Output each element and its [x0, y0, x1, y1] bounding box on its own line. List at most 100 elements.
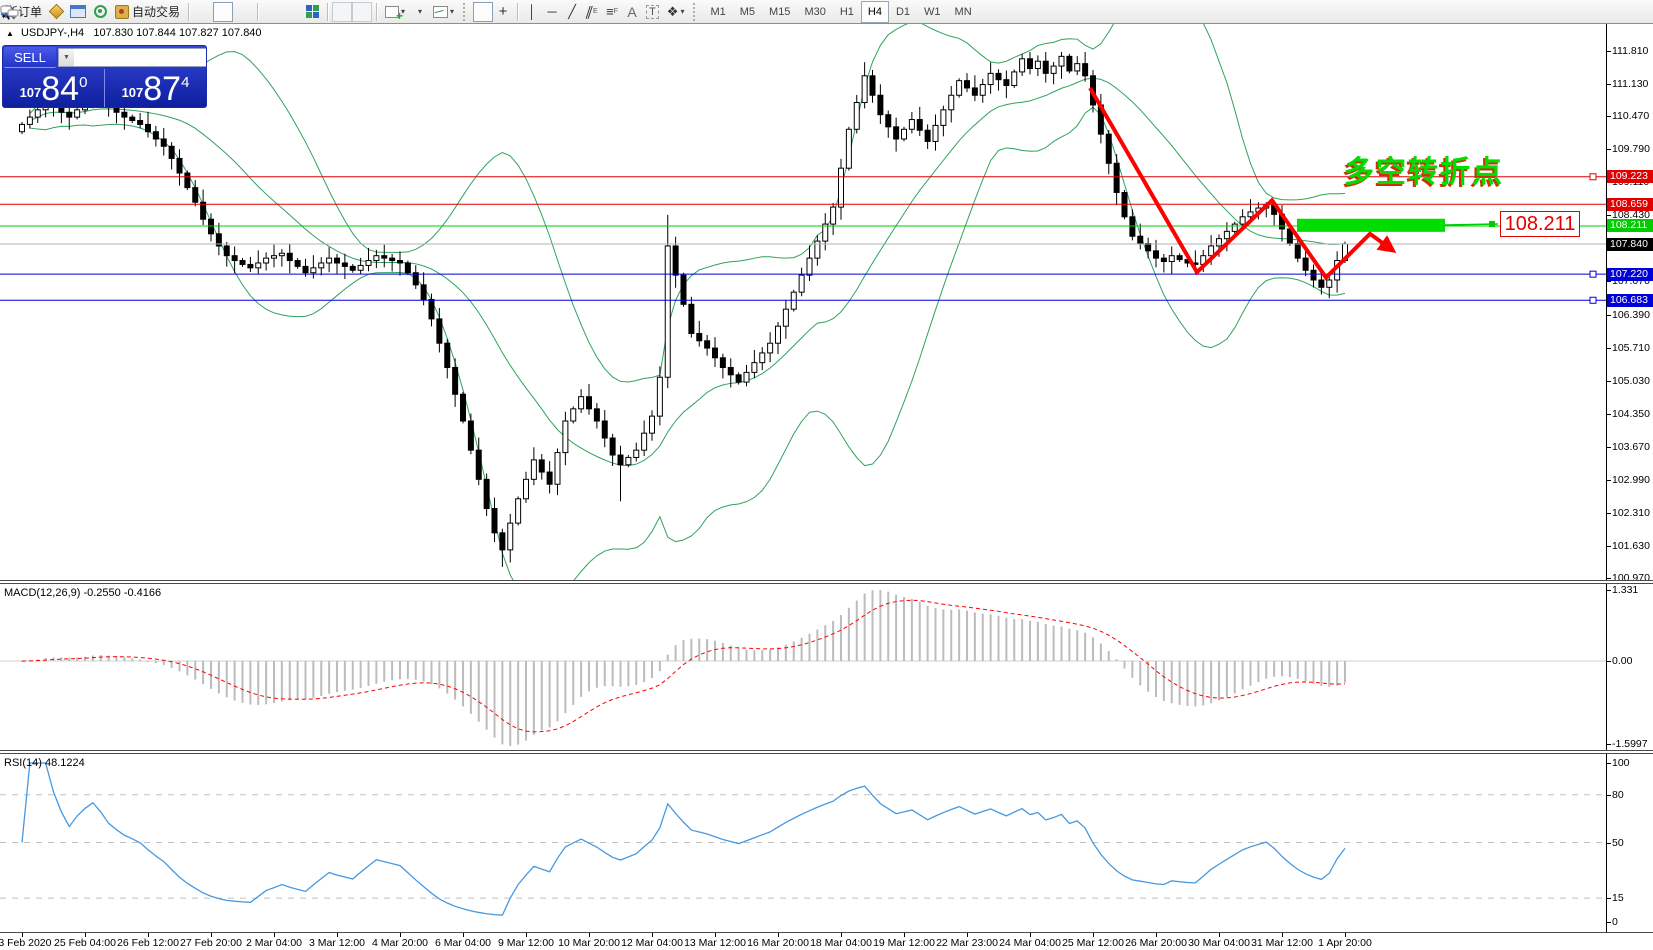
time-axis-label: 25 Mar 12:00	[1062, 937, 1124, 949]
time-axis-tick	[778, 933, 779, 937]
timeframe-h1[interactable]: H1	[833, 1, 861, 23]
candles	[20, 52, 1348, 567]
timeframe-m30[interactable]: M30	[797, 1, 832, 23]
time-axis-tick	[463, 933, 464, 937]
time-axis-label: 1 Apr 20:00	[1318, 937, 1372, 949]
time-axis-tick	[841, 933, 842, 937]
new-chart-button[interactable]: ▾	[381, 2, 409, 22]
autoscroll-button[interactable]	[332, 2, 352, 22]
periods-button[interactable]: ▾	[409, 2, 429, 22]
vertical-line-tool-button[interactable]: │	[522, 2, 542, 22]
price-callout[interactable]: 108.211	[1500, 211, 1580, 237]
volume-input[interactable]	[74, 49, 207, 66]
macd-panel[interactable]	[0, 584, 1653, 750]
rsi-indicator-label: RSI(14) 48.1224	[4, 757, 85, 769]
toolbar-grip[interactable]	[693, 3, 698, 21]
timeframe-d1[interactable]: D1	[889, 1, 917, 23]
time-axis-label: 10 Mar 20:00	[558, 937, 620, 949]
time-axis-tick	[1156, 933, 1157, 937]
time-axis-border	[0, 932, 1653, 933]
macd-histogram	[21, 590, 1346, 746]
chinese-annotation[interactable]: 多空转折点	[1344, 147, 1504, 191]
time-axis-tick	[274, 933, 275, 937]
chevron-down-icon: ▾	[418, 7, 422, 16]
volume-decrease-button[interactable]: ▼	[59, 49, 74, 66]
volume-stepper: ▼ ▲	[58, 48, 207, 67]
time-axis-label: 3 Mar 12:00	[309, 937, 365, 949]
cursor-tool-button[interactable]	[473, 2, 493, 22]
time-axis-tick	[337, 933, 338, 937]
toolbar: 新订单 自动交易	[0, 0, 1653, 24]
hline-handle[interactable]	[1590, 174, 1596, 180]
time-axis-tick	[1093, 933, 1094, 937]
panel-splitter[interactable]	[0, 750, 1653, 754]
bar-chart-mode-button[interactable]	[193, 2, 213, 22]
sell-price[interactable]: 107 84 0	[3, 69, 104, 107]
main-chart[interactable]	[0, 24, 1653, 581]
label-tool-button[interactable]: T	[642, 2, 663, 22]
time-axis-label: 19 Mar 12:00	[873, 937, 935, 949]
toolbar-grip[interactable]	[463, 3, 468, 21]
time-axis-tick	[652, 933, 653, 937]
one-click-trading-panel: SELL ▼ ▲ BUY 107 84 0 107 87 4	[2, 45, 207, 108]
separator	[257, 3, 258, 21]
tile-windows-button[interactable]	[302, 2, 323, 22]
indicators-button[interactable]: ▾	[429, 2, 458, 22]
timeframe-w1[interactable]: W1	[917, 1, 948, 23]
window-chart-icon[interactable]	[66, 2, 90, 22]
hline-handle[interactable]	[1590, 297, 1596, 303]
line-chart-mode-button[interactable]	[233, 2, 253, 22]
time-axis-label: 27 Feb 20:00	[180, 937, 242, 949]
time-axis-label: 13 Mar 12:00	[684, 937, 746, 949]
shapes-tool-button[interactable]: ❖▾	[663, 2, 689, 22]
time-axis-label: 18 Mar 04:00	[810, 937, 872, 949]
callout-anchor[interactable]	[1489, 221, 1495, 227]
time-axis-tick	[589, 933, 590, 937]
rsi-panel[interactable]	[0, 754, 1653, 932]
channel-tool-button[interactable]: ∥E	[582, 2, 602, 22]
timeframe-mn[interactable]: MN	[948, 1, 979, 23]
crosshair-tool-button[interactable]: +	[493, 2, 513, 22]
time-axis-label: 22 Mar 23:00	[936, 937, 998, 949]
text-tool-button[interactable]: A	[622, 2, 642, 22]
timeframe-h4[interactable]: H4	[861, 1, 889, 23]
time-axis-label: 26 Feb 12:00	[117, 937, 179, 949]
chat-icon[interactable]	[0, 4, 20, 19]
buy-price-big: 87	[143, 73, 181, 105]
separator	[517, 3, 518, 21]
time-axis-tick	[148, 933, 149, 937]
time-axis-tick	[1219, 933, 1220, 937]
timeframe-m15[interactable]: M15	[762, 1, 797, 23]
diamond-icon[interactable]	[46, 2, 66, 22]
sell-price-prefix: 107	[20, 85, 42, 100]
time-axis-label: 31 Mar 12:00	[1251, 937, 1313, 949]
hline-handle[interactable]	[1590, 271, 1596, 277]
buy-price[interactable]: 107 87 4	[105, 69, 206, 107]
zoom-out-button[interactable]	[282, 2, 302, 22]
time-axis-label: 24 Mar 04:00	[999, 937, 1061, 949]
autotrading-icon	[115, 5, 129, 19]
fibonacci-tool-button[interactable]: ≡F	[602, 2, 622, 22]
candlestick-mode-button[interactable]	[213, 2, 233, 22]
timeframe-group: M1M5M15M30H1H4D1W1MN	[703, 1, 978, 23]
chevron-down-icon: ▾	[450, 7, 454, 16]
label-tool-icon: T	[646, 5, 659, 19]
timeframe-m5[interactable]: M5	[733, 1, 762, 23]
zoom-in-button[interactable]	[262, 2, 282, 22]
trendline-tool-button[interactable]: ╱	[562, 2, 582, 22]
price-axis-line	[1606, 24, 1607, 933]
chart-shift-button[interactable]	[352, 2, 372, 22]
time-axis-label: 23 Feb 2020	[0, 937, 51, 949]
chevron-down-icon: ▾	[680, 7, 684, 16]
signal-icon[interactable]	[90, 2, 111, 22]
rsi-line	[22, 763, 1345, 915]
symbol-period-label: USDJPY-,H4	[21, 27, 84, 39]
panel-splitter[interactable]	[0, 580, 1653, 584]
sell-button[interactable]: SELL	[4, 47, 56, 68]
horizontal-line-tool-button[interactable]: ─	[542, 2, 562, 22]
time-axis-label: 25 Feb 04:00	[54, 937, 116, 949]
autotrading-button[interactable]: 自动交易	[111, 2, 184, 22]
timeframe-m1[interactable]: M1	[703, 1, 732, 23]
crosshair-icon: +	[499, 3, 508, 20]
green-zone-rectangle[interactable]	[1297, 219, 1445, 232]
